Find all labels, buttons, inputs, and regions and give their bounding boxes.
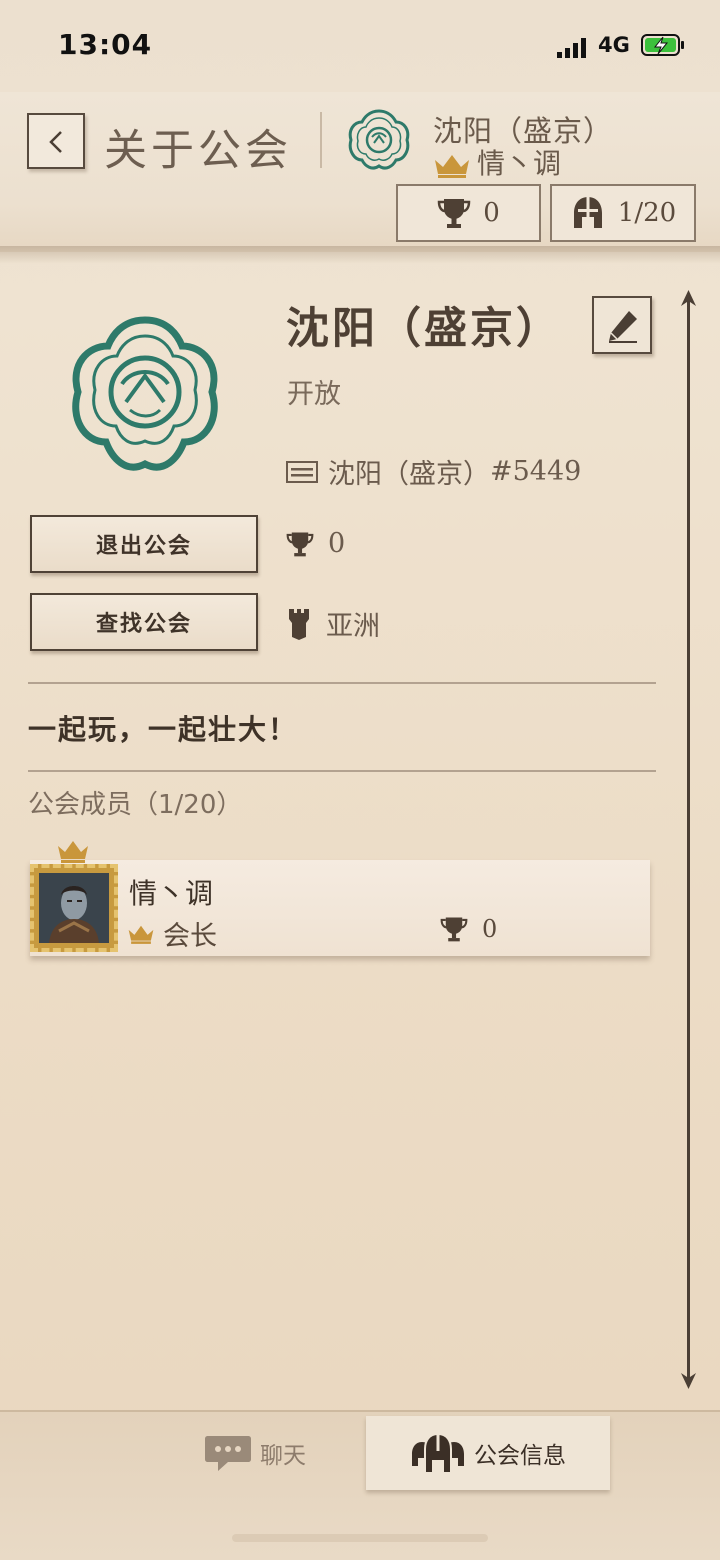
tab-guild-info[interactable]: 公会信息 xyxy=(366,1416,610,1490)
guild-region-row: 亚洲 xyxy=(286,604,380,643)
tower-icon xyxy=(289,608,309,640)
guild-tag-name: 沈阳（盛京） xyxy=(328,459,490,490)
trophy-icon xyxy=(286,531,314,556)
avatar xyxy=(39,873,109,943)
find-guild-button[interactable]: 查找公会 xyxy=(30,593,258,651)
guild-trophies: 0 xyxy=(328,528,346,559)
guild-tag-code: #5449 xyxy=(490,456,582,487)
helmet-icon xyxy=(573,197,602,228)
header-trophies: 0 xyxy=(483,198,500,228)
status-bar: 13:04 4G xyxy=(0,0,720,90)
chevron-left-icon xyxy=(49,131,62,153)
leave-guild-button[interactable]: 退出公会 xyxy=(30,515,258,573)
member-name: 情丶调 xyxy=(129,877,214,910)
members-title: 公会成员（1/20） xyxy=(28,790,243,820)
id-card-icon xyxy=(286,460,318,483)
guild-trophies-box[interactable]: 0 xyxy=(396,184,541,242)
guild-name: 沈阳（盛京） xyxy=(286,304,562,354)
arrow-up-icon xyxy=(681,290,696,306)
member-trophies: 0 xyxy=(440,914,497,944)
guild-emblem-icon xyxy=(348,109,410,170)
status-time: 13:04 xyxy=(58,28,153,61)
crown-icon xyxy=(128,925,154,944)
home-indicator xyxy=(232,1534,488,1542)
pencil-icon xyxy=(609,311,637,343)
character-portrait-icon xyxy=(39,873,109,943)
guild-status: 开放 xyxy=(287,379,341,410)
page-title: 关于公会 xyxy=(104,126,292,176)
tab-guild-info-label: 公会信息 xyxy=(474,1443,566,1469)
guild-motto: 一起玩，一起壮大！ xyxy=(28,713,299,746)
network-type: 4G xyxy=(598,33,630,57)
trophy-icon xyxy=(437,199,471,228)
guild-tag-row: 沈阳（盛京） #5449 xyxy=(286,452,581,491)
header-leader: 情丶调 xyxy=(433,142,561,182)
guild-members-box[interactable]: 1/20 xyxy=(550,184,696,242)
edit-button[interactable] xyxy=(592,296,652,354)
back-button[interactable] xyxy=(27,113,85,169)
signal-icon xyxy=(557,38,586,58)
tab-chat[interactable]: 聊天 xyxy=(150,1416,360,1490)
arrow-down-icon xyxy=(681,1373,696,1389)
divider xyxy=(28,682,656,684)
chat-bubble-icon xyxy=(205,1436,251,1471)
member-trophy-count: 0 xyxy=(482,915,498,943)
header-leader-name: 情丶调 xyxy=(477,147,562,180)
guild-trophies-row: 0 xyxy=(286,528,345,559)
member-role: 会长 xyxy=(127,914,217,953)
header-divider xyxy=(320,112,322,168)
crown-icon xyxy=(435,155,469,178)
leader-crown-icon xyxy=(58,841,88,863)
guild-region: 亚洲 xyxy=(326,611,380,642)
member-role-label: 会长 xyxy=(163,921,217,952)
guild-emblem-large-icon xyxy=(72,316,218,471)
divider xyxy=(28,770,656,772)
battery-icon xyxy=(641,34,684,56)
scrollbar[interactable] xyxy=(687,296,690,1386)
header-members: 1/20 xyxy=(617,198,677,228)
trophy-icon xyxy=(440,917,468,942)
guild-helmets-icon xyxy=(412,1432,464,1474)
member-list-item[interactable] xyxy=(30,860,650,956)
tab-chat-label: 聊天 xyxy=(260,1443,306,1469)
